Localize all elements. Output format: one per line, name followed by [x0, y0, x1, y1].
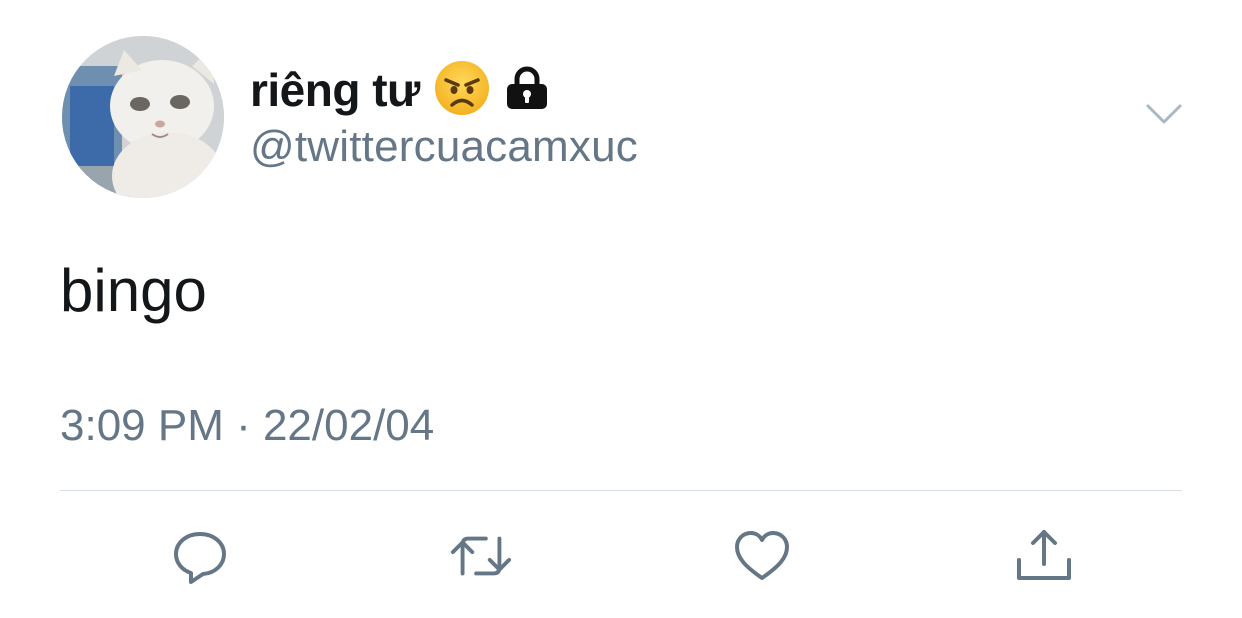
divider	[60, 490, 1182, 491]
like-button[interactable]	[730, 524, 794, 588]
reply-icon	[174, 532, 226, 584]
tweet-text: bingo	[60, 257, 207, 324]
chevron-down-icon[interactable]	[1140, 96, 1188, 136]
share-button[interactable]	[1012, 524, 1076, 588]
author-name-row[interactable]: riêng tư	[250, 58, 550, 122]
share-icon	[1017, 530, 1071, 580]
reply-button[interactable]	[168, 524, 232, 588]
tweet-timestamp[interactable]: 3:09 PM · 22/02/04	[60, 398, 434, 454]
author-handle[interactable]: @twittercuacamxuc	[250, 121, 638, 173]
retweet-button[interactable]	[449, 524, 513, 588]
cat-avatar-image	[62, 36, 224, 198]
angry-face-icon	[434, 60, 490, 121]
heart-icon	[735, 531, 789, 580]
retweet-icon	[450, 536, 512, 576]
lock-icon	[504, 65, 550, 116]
display-name[interactable]: riêng tư	[250, 67, 420, 113]
avatar[interactable]	[62, 36, 224, 198]
